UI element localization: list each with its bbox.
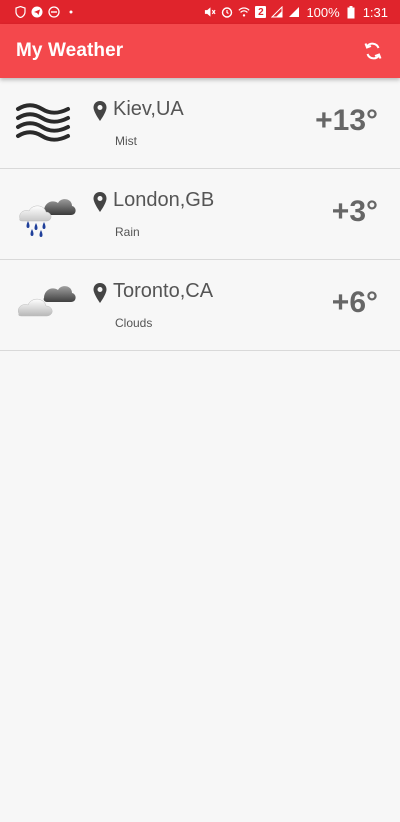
refresh-button[interactable] bbox=[360, 38, 386, 64]
temperature: +3° bbox=[331, 195, 378, 228]
city-row-london[interactable]: London,GB Rain +3° bbox=[0, 169, 400, 260]
city-name: London,GB bbox=[113, 189, 215, 211]
clouds-icon bbox=[18, 286, 76, 317]
app-title: My Weather bbox=[16, 40, 124, 61]
telegram-icon bbox=[31, 6, 43, 18]
city-name: Toronto,CA bbox=[113, 280, 214, 302]
refresh-icon bbox=[364, 42, 382, 60]
status-bar: 2 100% 1:31 bbox=[0, 0, 400, 24]
status-right-icons: 2 100% 1:31 bbox=[204, 5, 388, 20]
signal-icon bbox=[288, 6, 300, 18]
weather-condition: Rain bbox=[115, 225, 140, 239]
weather-condition: Mist bbox=[115, 134, 137, 148]
temperature: +6° bbox=[331, 286, 378, 319]
mist-icon bbox=[16, 103, 70, 142]
city-name: Kiev,UA bbox=[113, 98, 184, 120]
alarm-icon bbox=[221, 6, 233, 18]
app-bar: My Weather bbox=[0, 24, 400, 78]
location-pin-icon bbox=[93, 192, 107, 212]
signal-icon bbox=[271, 6, 283, 18]
city-row-toronto[interactable]: Toronto,CA Clouds +6° bbox=[0, 260, 400, 351]
do-not-disturb-icon bbox=[48, 6, 60, 18]
city-row-kiev[interactable]: Kiev,UA Mist +13° bbox=[0, 78, 400, 169]
battery-percent: 100% bbox=[306, 4, 340, 20]
clock: 1:31 bbox=[362, 4, 388, 20]
location-pin-icon bbox=[93, 101, 107, 121]
location-pin-icon bbox=[93, 283, 107, 303]
city-list: Kiev,UA Mist +13° London,GB Rain +3° Tor… bbox=[0, 78, 400, 351]
sim-badge: 2 bbox=[255, 6, 267, 18]
weather-condition: Clouds bbox=[115, 316, 153, 330]
mute-icon bbox=[204, 6, 216, 18]
rain-cloud-icon bbox=[19, 199, 76, 237]
temperature: +13° bbox=[315, 104, 378, 137]
shield-icon bbox=[14, 6, 26, 18]
status-left-icons bbox=[14, 6, 77, 18]
battery-icon bbox=[345, 5, 357, 18]
dot-icon bbox=[65, 6, 77, 18]
sim-badge-label: 2 bbox=[258, 6, 264, 18]
wifi-icon bbox=[238, 6, 251, 18]
